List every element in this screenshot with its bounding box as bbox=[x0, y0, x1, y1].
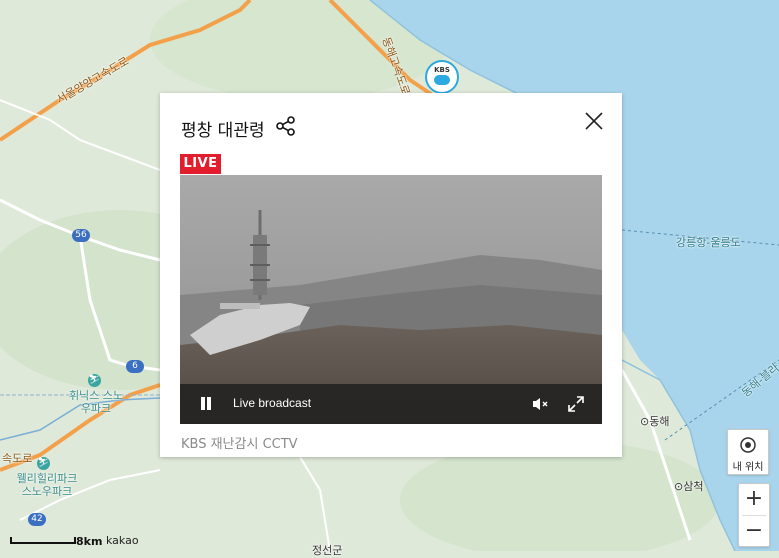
live-badge: LIVE bbox=[180, 154, 221, 174]
scale-label: 8km bbox=[76, 535, 103, 548]
my-location-button[interactable]: 내 위치 bbox=[727, 429, 769, 475]
ski-icon: ⛷ bbox=[88, 374, 101, 387]
scale-bar bbox=[10, 537, 76, 544]
my-location-label: 내 위치 bbox=[732, 462, 764, 473]
locate-icon bbox=[740, 437, 756, 453]
zoom-in-button[interactable]: + bbox=[739, 484, 769, 514]
live-broadcast-label: Live broadcast bbox=[233, 396, 312, 410]
zoom-control: + − bbox=[738, 483, 770, 547]
cctv-popup: 평창 대관령 LIVE Live broadcast KBS 재난감시 CCTV bbox=[160, 93, 622, 457]
route-badge-56: 56 bbox=[72, 229, 90, 242]
route-badge-6: 6 bbox=[126, 360, 144, 373]
pause-icon[interactable] bbox=[198, 396, 214, 412]
source-caption: KBS 재난감시 CCTV bbox=[181, 437, 298, 452]
ski-icon: ⛷ bbox=[37, 457, 50, 470]
share-icon[interactable] bbox=[275, 115, 297, 137]
fullscreen-icon[interactable] bbox=[568, 396, 584, 412]
place-label-samcheok: ⊙삼척 bbox=[674, 480, 704, 493]
place-label-phoenix: 휘닉스 스노우파크 bbox=[68, 389, 124, 415]
close-icon[interactable] bbox=[582, 109, 606, 133]
video-player[interactable]: Live broadcast bbox=[180, 175, 602, 424]
kbs-marker-icon[interactable]: KBS bbox=[425, 60, 459, 94]
place-label-welli-hilli: 웰리힐리파크 스노우파크 bbox=[16, 472, 78, 498]
place-label-jeongseon: 정선군 bbox=[312, 544, 343, 557]
sea-route-label-gangneung-ulleung: 강릉항-울릉도 bbox=[676, 236, 741, 249]
route-badge-42: 42 bbox=[28, 513, 46, 526]
map-attribution: kakao bbox=[106, 534, 139, 547]
highway-label-partial: 속도로 bbox=[2, 452, 33, 465]
video-controls: Live broadcast bbox=[180, 384, 602, 424]
popup-title: 평창 대관령 bbox=[181, 121, 265, 141]
mute-icon[interactable] bbox=[532, 396, 550, 412]
zoom-out-button[interactable]: − bbox=[739, 516, 769, 546]
place-label-donghae: ⊙동해 bbox=[640, 415, 670, 428]
